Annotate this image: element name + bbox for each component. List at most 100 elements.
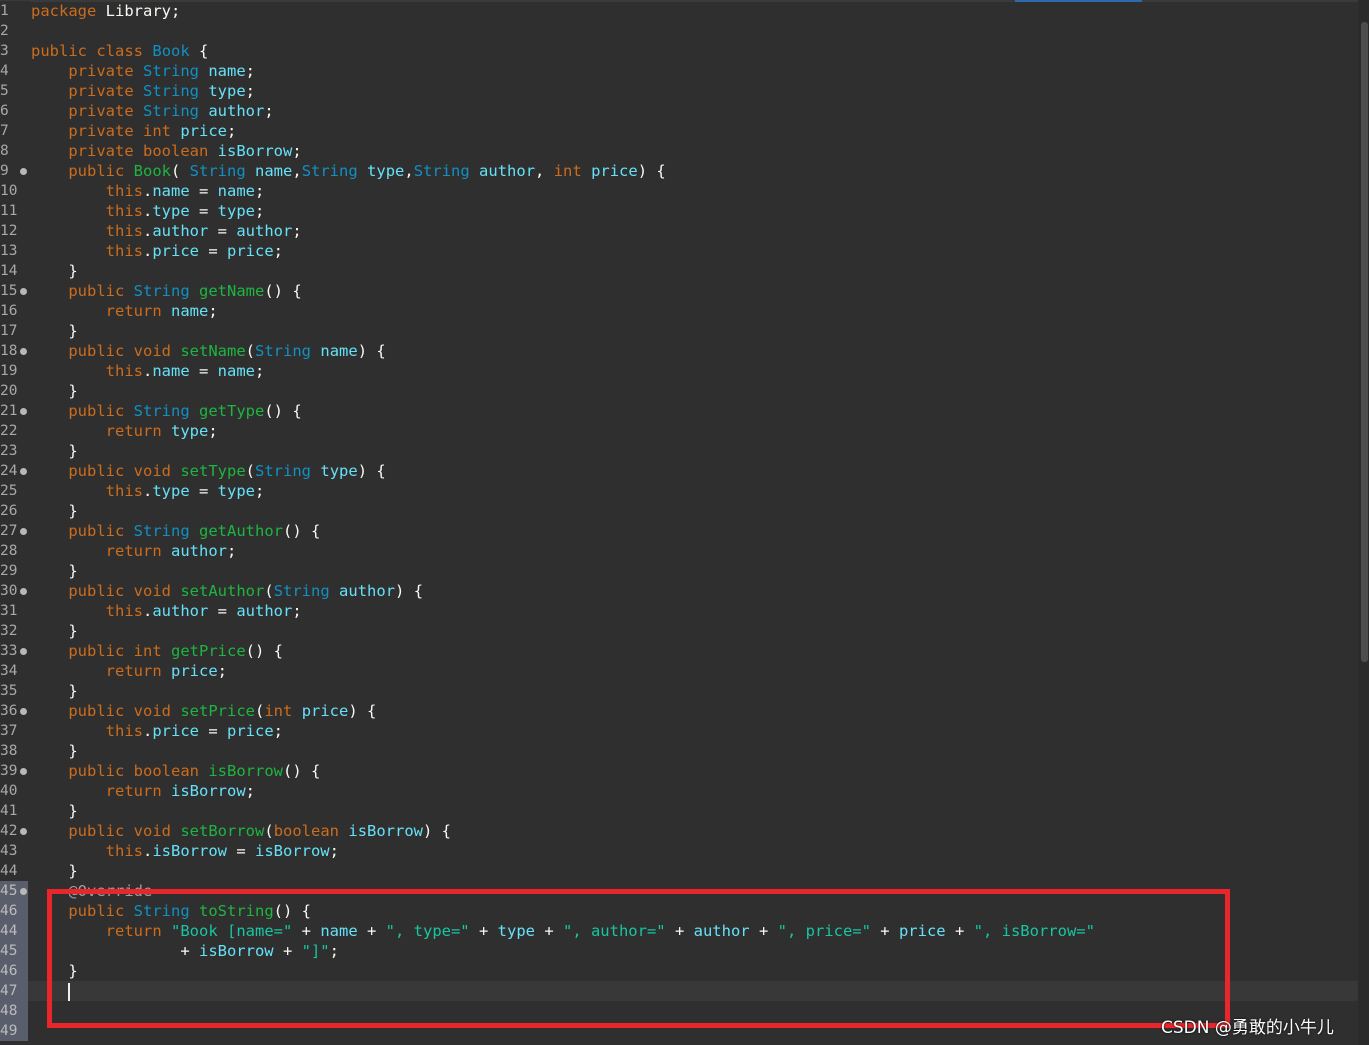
code-token: this bbox=[105, 202, 143, 220]
code-line[interactable]: 31 this.author = author; bbox=[0, 601, 1360, 621]
code-line[interactable]: 36 public void setPrice(int price) { bbox=[0, 701, 1360, 721]
code-line[interactable]: 45 + isBorrow + "]"; bbox=[0, 941, 1360, 961]
code-line[interactable]: 14 } bbox=[0, 261, 1360, 281]
code-line[interactable]: 39 public boolean isBorrow() { bbox=[0, 761, 1360, 781]
code-line[interactable]: 30 public void setAuthor(String author) … bbox=[0, 581, 1360, 601]
code-line[interactable]: 16 return name; bbox=[0, 301, 1360, 321]
code-line[interactable]: 48 bbox=[0, 1001, 1360, 1021]
code-token: = bbox=[189, 362, 218, 380]
code-line[interactable]: 3 public class Book { bbox=[0, 41, 1360, 61]
code-line[interactable]: 4 private String name; bbox=[0, 61, 1360, 81]
code-line[interactable]: 23 } bbox=[0, 441, 1360, 461]
code-token: "]" bbox=[301, 942, 330, 960]
fold-toggle-icon[interactable] bbox=[20, 828, 27, 835]
fold-toggle-icon[interactable] bbox=[20, 888, 27, 895]
fold-toggle-icon[interactable] bbox=[20, 468, 27, 475]
code-text: this.price = price; bbox=[31, 241, 283, 261]
code-token: public bbox=[68, 282, 125, 300]
code-line[interactable]: 35 } bbox=[0, 681, 1360, 701]
code-line[interactable]: 40 return isBorrow; bbox=[0, 781, 1360, 801]
code-line[interactable]: 6 private String author; bbox=[0, 101, 1360, 121]
code-token: . bbox=[142, 482, 153, 500]
fold-toggle-icon[interactable] bbox=[20, 648, 27, 655]
fold-toggle-icon[interactable] bbox=[20, 168, 27, 175]
code-line[interactable]: 45 @Override bbox=[0, 881, 1360, 901]
code-token: this bbox=[105, 482, 143, 500]
code-line[interactable]: 26 } bbox=[0, 501, 1360, 521]
code-text: } bbox=[31, 261, 78, 281]
code-token: private bbox=[68, 102, 134, 120]
code-line[interactable]: 42 public void setBorrow(boolean isBorro… bbox=[0, 821, 1360, 841]
code-line[interactable]: 12 this.author = author; bbox=[0, 221, 1360, 241]
fold-toggle-icon[interactable] bbox=[20, 768, 27, 775]
fold-toggle-icon[interactable] bbox=[20, 288, 27, 295]
code-line[interactable]: 37 this.price = price; bbox=[0, 721, 1360, 741]
line-number: 29 bbox=[0, 563, 18, 579]
code-editor[interactable]: 1 package Library; 2 3 public class Book {4 … bbox=[0, 0, 1369, 1045]
code-line[interactable]: 22 return type; bbox=[0, 421, 1360, 441]
code-line[interactable]: 20 } bbox=[0, 381, 1360, 401]
code-line[interactable]: 8 private boolean isBorrow; bbox=[0, 141, 1360, 161]
fold-toggle-icon[interactable] bbox=[20, 528, 27, 535]
code-line[interactable]: 10 this.name = name; bbox=[0, 181, 1360, 201]
code-line[interactable]: 47 bbox=[0, 981, 1360, 1001]
code-line[interactable]: 44 return "Book [name=" + name + ", type… bbox=[0, 921, 1360, 941]
code-line[interactable]: 19 this.name = name; bbox=[0, 361, 1360, 381]
code-token: String bbox=[189, 162, 246, 180]
code-line[interactable]: 18 public void setName(String name) { bbox=[0, 341, 1360, 361]
code-token: String bbox=[133, 402, 190, 420]
code-token: ; bbox=[254, 482, 265, 500]
code-line[interactable]: 33 public int getPrice() { bbox=[0, 641, 1360, 661]
code-line[interactable]: 15 public String getName() { bbox=[0, 281, 1360, 301]
code-area[interactable]: 1 package Library; 2 3 public class Book {4 … bbox=[0, 1, 1360, 1041]
fold-toggle-icon[interactable] bbox=[20, 708, 27, 715]
fold-toggle-icon[interactable] bbox=[20, 408, 27, 415]
line-number: 25 bbox=[0, 483, 18, 499]
code-line[interactable]: 27 public String getAuthor() { bbox=[0, 521, 1360, 541]
code-token: ( bbox=[171, 162, 190, 180]
code-token: ; bbox=[273, 242, 284, 260]
code-line[interactable]: 13 this.price = price; bbox=[0, 241, 1360, 261]
code-token: ", type=" bbox=[385, 922, 470, 940]
scrollbar-thumb[interactable] bbox=[1361, 22, 1368, 662]
code-line[interactable]: 2 bbox=[0, 21, 1360, 41]
code-line[interactable]: 9 public Book( String name,String type,S… bbox=[0, 161, 1360, 181]
code-line[interactable]: 46 public String toString() { bbox=[0, 901, 1360, 921]
code-line[interactable]: 1 package Library; bbox=[0, 1, 1360, 21]
code-token: String bbox=[133, 902, 190, 920]
code-token: ", isBorrow=" bbox=[973, 922, 1095, 940]
code-line[interactable]: 46 } bbox=[0, 961, 1360, 981]
code-line[interactable]: 28 return author; bbox=[0, 541, 1360, 561]
code-line[interactable]: 24 public void setType(String type) { bbox=[0, 461, 1360, 481]
code-token: void bbox=[133, 342, 171, 360]
code-line[interactable]: 7 private int price; bbox=[0, 121, 1360, 141]
code-token: } bbox=[31, 262, 78, 280]
code-line[interactable]: 44 } bbox=[0, 861, 1360, 881]
code-line[interactable]: 5 private String type; bbox=[0, 81, 1360, 101]
code-line[interactable]: 34 return price; bbox=[0, 661, 1360, 681]
code-token: . bbox=[142, 842, 153, 860]
code-token: ) { bbox=[637, 162, 666, 180]
code-line[interactable]: 21 public String getType() { bbox=[0, 401, 1360, 421]
fold-toggle-icon[interactable] bbox=[20, 588, 27, 595]
code-line[interactable]: 43 this.isBorrow = isBorrow; bbox=[0, 841, 1360, 861]
code-line[interactable]: 49 bbox=[0, 1021, 1360, 1041]
code-line[interactable]: 32 } bbox=[0, 621, 1360, 641]
code-line[interactable]: 29 } bbox=[0, 561, 1360, 581]
line-number: 49 bbox=[0, 1021, 28, 1041]
code-token: isBorrow bbox=[171, 782, 246, 800]
code-text: public String getName() { bbox=[31, 281, 301, 301]
code-line[interactable]: 25 this.type = type; bbox=[0, 481, 1360, 501]
code-line[interactable]: 11 this.type = type; bbox=[0, 201, 1360, 221]
code-line[interactable]: 41 } bbox=[0, 801, 1360, 821]
code-line[interactable]: 17 } bbox=[0, 321, 1360, 341]
code-token: isBorrow bbox=[217, 142, 293, 160]
fold-toggle-icon[interactable] bbox=[20, 348, 27, 355]
code-line[interactable]: 38 } bbox=[0, 741, 1360, 761]
